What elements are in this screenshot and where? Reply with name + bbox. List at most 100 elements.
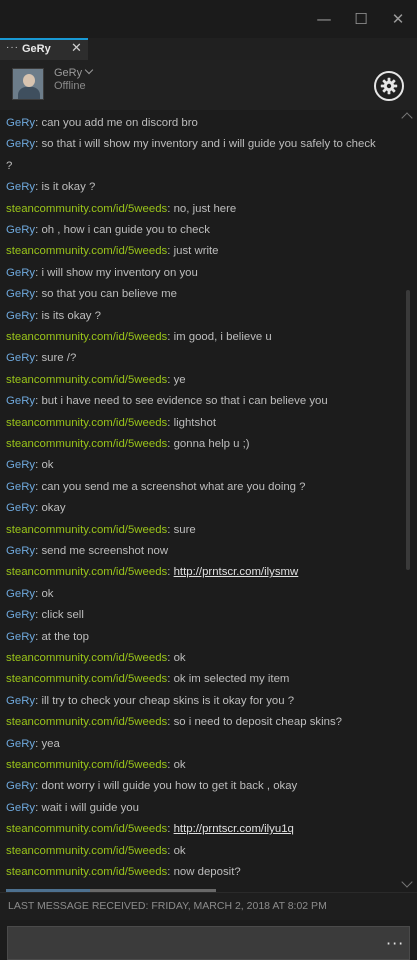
message-row: steancommunity.com/id/5weeds: so i need … <box>6 712 381 733</box>
message-row: GeRy: ok <box>6 584 381 605</box>
message-text: so i need to deposit cheap skins? <box>173 716 343 729</box>
message-text: now deposit? <box>173 866 241 878</box>
message-text: sure <box>173 523 196 536</box>
message-sender[interactable]: GeRy <box>6 780 35 792</box>
message-text: can you add me on discord bro <box>41 117 198 129</box>
message-row: GeRy: but i have need to see evidence so… <box>6 391 381 412</box>
message-sender[interactable]: steancommunity.com/id/5weeds <box>6 823 167 835</box>
message-sender[interactable]: GeRy <box>6 138 35 150</box>
message-sender[interactable]: steancommunity.com/id/5weeds <box>6 566 167 578</box>
message-sender[interactable]: steancommunity.com/id/5weeds <box>6 845 167 857</box>
message-text: can you send me a screenshot what are yo… <box>41 480 306 493</box>
message-sender[interactable]: GeRy <box>6 631 35 643</box>
message-row: steancommunity.com/id/5weeds: now deposi… <box>6 862 381 883</box>
message-sender[interactable]: steancommunity.com/id/5weeds <box>6 331 167 343</box>
message-input[interactable]: ··· <box>7 926 410 960</box>
message-sender[interactable]: steancommunity.com/id/5weeds <box>6 438 167 450</box>
close-window-button[interactable]: ✕ <box>387 8 409 30</box>
message-link[interactable]: http://prntscr.com/ilysmw <box>174 566 299 578</box>
message-text: gonna help u ;) <box>173 438 250 450</box>
message-row: GeRy: ok <box>6 455 381 476</box>
tab-menu-icon[interactable]: ··· <box>6 42 19 53</box>
message-sender[interactable]: GeRy <box>6 267 35 279</box>
message-text: ok im selected my item <box>173 673 290 686</box>
scrollbar-thumb[interactable] <box>406 290 410 570</box>
message-row: GeRy: yea <box>6 734 381 755</box>
message-sender[interactable]: steancommunity.com/id/5weeds <box>6 374 167 386</box>
message-sender[interactable]: steancommunity.com/id/5weeds <box>6 673 167 685</box>
message-sender[interactable]: steancommunity.com/id/5weeds <box>6 203 167 215</box>
message-row: steancommunity.com/id/5weeds: ye <box>6 370 381 391</box>
message-text: no, just here <box>173 202 237 215</box>
input-area: ··· <box>0 920 417 960</box>
settings-button[interactable] <box>374 71 404 101</box>
message-row: GeRy: so that you can believe me <box>6 284 381 305</box>
message-sender[interactable]: GeRy <box>6 310 35 322</box>
message-text: dont worry i will guide you how to get i… <box>41 780 298 793</box>
tab-bar: ··· GeRy ✕ <box>0 38 417 60</box>
message-row: GeRy: so that i will show my inventory a… <box>6 134 381 177</box>
message-text: ok <box>41 459 54 472</box>
message-sender[interactable]: steancommunity.com/id/5weeds <box>6 652 167 664</box>
message-text: wait i will guide you <box>41 801 139 814</box>
message-sender[interactable]: GeRy <box>6 481 35 493</box>
message-sender[interactable]: GeRy <box>6 802 35 814</box>
message-sender[interactable]: steancommunity.com/id/5weeds <box>6 417 167 429</box>
message-sender[interactable]: GeRy <box>6 738 35 750</box>
message-row: GeRy: oh , how i can guide you to check <box>6 220 381 241</box>
message-row: GeRy: ill try to check your cheap skins … <box>6 691 381 712</box>
close-tab-icon[interactable]: ✕ <box>71 41 82 56</box>
message-text: is its okay ? <box>41 309 101 322</box>
minimize-button[interactable]: — <box>313 8 335 30</box>
chat-header: GeRy Offline <box>0 60 417 110</box>
message-text: so that i will show my inventory and i w… <box>6 138 376 172</box>
message-link[interactable]: http://prntscr.com/ilyu1q <box>174 823 294 835</box>
message-sender[interactable]: steancommunity.com/id/5weeds <box>6 245 167 257</box>
message-sender[interactable]: GeRy <box>6 395 35 407</box>
message-sender[interactable]: GeRy <box>6 609 35 621</box>
message-sender[interactable]: GeRy <box>6 695 35 707</box>
message-sender[interactable]: GeRy <box>6 352 35 364</box>
message-sender[interactable]: GeRy <box>6 224 35 236</box>
message-text: sure /? <box>41 352 77 365</box>
message-row: steancommunity.com/id/5weeds: ok <box>6 841 381 862</box>
message-row: GeRy: wait i will guide you <box>6 798 381 819</box>
message-text: click sell <box>41 609 84 622</box>
maximize-button[interactable]: ☐ <box>350 8 372 30</box>
friend-avatar[interactable] <box>12 68 44 100</box>
message-row: GeRy: is its okay ? <box>6 306 381 327</box>
message-text: im good, i believe u <box>173 331 272 343</box>
tab-gery[interactable]: ··· GeRy ✕ <box>0 38 88 60</box>
message-text: ok <box>41 587 54 600</box>
friend-name: GeRy <box>54 67 83 79</box>
friend-name-dropdown[interactable]: GeRy <box>54 65 94 79</box>
message-text: is it okay ? <box>41 181 96 194</box>
message-sender[interactable]: steancommunity.com/id/5weeds <box>6 524 167 536</box>
message-row: steancommunity.com/id/5weeds: sure <box>6 520 381 541</box>
message-sender[interactable]: GeRy <box>6 459 35 471</box>
message-list[interactable]: GeRy: can you add me on discord bro GeRy:… <box>0 110 417 892</box>
message-row: steancommunity.com/id/5weeds: http://prn… <box>6 562 381 583</box>
message-row: GeRy: at the top <box>6 627 381 648</box>
message-sender[interactable]: GeRy <box>6 588 35 600</box>
message-text: ill try to check your cheap skins is it … <box>41 694 295 707</box>
message-sender[interactable]: steancommunity.com/id/5weeds <box>6 759 167 771</box>
message-sender[interactable]: GeRy <box>6 181 35 193</box>
message-row: steancommunity.com/id/5weeds: ok <box>6 755 381 776</box>
message-text: oh , how i can guide you to check <box>41 224 210 236</box>
message-row: GeRy: can you add me on discord bro <box>6 113 381 134</box>
window-titlebar: — ☐ ✕ <box>0 0 417 38</box>
message-row: steancommunity.com/id/5weeds: ok <box>6 648 381 669</box>
message-row: steancommunity.com/id/5weeds: no, just h… <box>6 199 381 220</box>
message-text: lightshot <box>173 416 217 429</box>
more-options-icon[interactable]: ··· <box>386 936 404 952</box>
message-text: so that you can believe me <box>41 288 177 301</box>
message-sender[interactable]: GeRy <box>6 545 35 557</box>
message-sender[interactable]: GeRy <box>6 288 35 300</box>
message-sender[interactable]: GeRy <box>6 117 35 129</box>
message-sender[interactable]: steancommunity.com/id/5weeds <box>6 866 167 878</box>
message-sender[interactable]: steancommunity.com/id/5weeds <box>6 716 167 728</box>
message-text: ok <box>173 652 186 664</box>
message-sender[interactable]: GeRy <box>6 502 35 514</box>
message-row: GeRy: can you send me a screenshot what … <box>6 477 381 498</box>
